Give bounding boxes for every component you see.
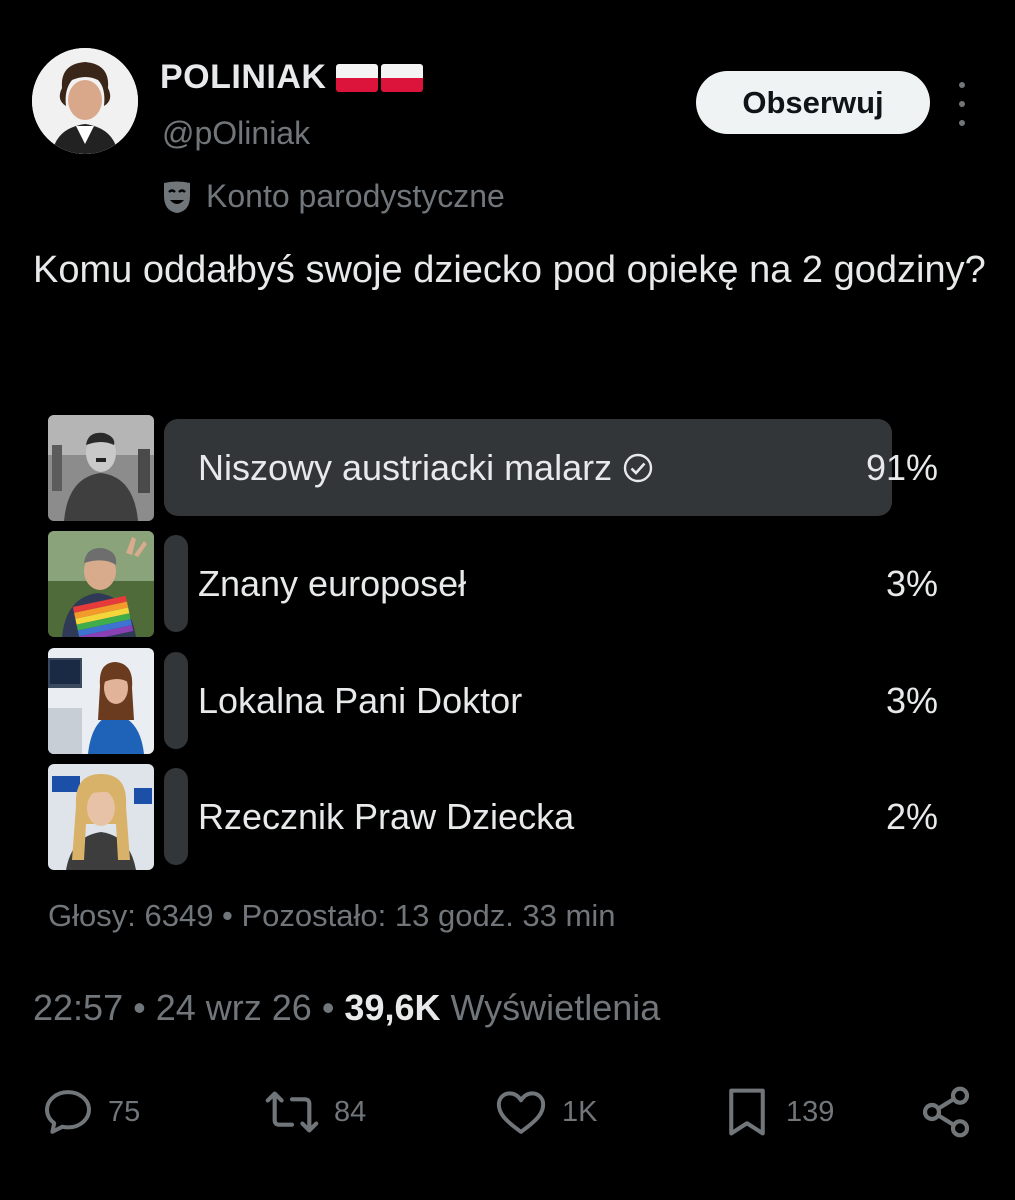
share-icon [922, 1086, 970, 1138]
author-name-row: POLINIAK [160, 58, 424, 97]
parody-label: Konto parodystyczne [162, 178, 505, 215]
poll-option[interactable]: Niszowy austriacki malarz 91% [48, 415, 938, 521]
avatar[interactable] [32, 48, 138, 154]
separator-dot: • [321, 987, 345, 1028]
poll-option[interactable]: Rzecznik Praw Dziecka 2% [48, 764, 938, 870]
option-percent: 3% [885, 680, 938, 721]
repost-icon [265, 1091, 319, 1133]
option-label: Rzecznik Praw Dziecka [198, 796, 575, 837]
tweet-date[interactable]: 24 wrz 26 [156, 987, 312, 1028]
option-label-row: Znany europoseł [198, 531, 466, 637]
repost-button[interactable]: 84 [262, 1080, 366, 1144]
repost-count: 84 [334, 1095, 367, 1128]
mask-icon [164, 181, 190, 213]
poll-option[interactable]: Lokalna Pani Doktor 3% [48, 648, 938, 754]
tweet-time[interactable]: 22:57 [33, 987, 123, 1028]
option-percent: 91% [865, 447, 938, 488]
bookmark-button[interactable]: 139 [720, 1080, 834, 1144]
like-count: 1K [562, 1095, 598, 1128]
poland-flag-icon [336, 63, 379, 92]
option-image [48, 764, 154, 870]
reply-count: 75 [108, 1095, 141, 1128]
like-button[interactable]: 1K [492, 1080, 597, 1144]
option-image [48, 415, 154, 521]
bookmark-count: 139 [786, 1095, 835, 1128]
option-image [48, 531, 154, 637]
option-label-row: Rzecznik Praw Dziecka [198, 764, 574, 870]
option-result-bar [164, 535, 188, 632]
author-handle[interactable]: @pOliniak [162, 115, 310, 152]
poll-footer: Głosy: 6349 • Pozostało: 13 godz. 33 min [48, 898, 616, 933]
more-options-icon[interactable] [948, 82, 976, 126]
option-label: Lokalna Pani Doktor [198, 680, 523, 721]
option-label-row: Lokalna Pani Doktor [198, 648, 522, 754]
option-label: Znany europoseł [198, 563, 467, 604]
separator-dot: • [133, 987, 156, 1028]
poll-option[interactable]: Znany europoseł 3% [48, 531, 938, 637]
views-label: Wyświetlenia [450, 987, 661, 1028]
bookmark-icon [729, 1088, 765, 1136]
option-percent: 2% [885, 796, 938, 837]
follow-button[interactable]: Obserwuj [696, 71, 930, 134]
share-button[interactable] [918, 1080, 974, 1144]
option-label-row: Niszowy austriacki malarz [198, 415, 654, 521]
poland-flags-icon [336, 63, 424, 92]
check-circle-icon [623, 453, 653, 483]
reply-button[interactable]: 75 [40, 1080, 140, 1144]
tweet-meta: 22:57 • 24 wrz 26 • 39,6K Wyświetlenia [33, 987, 660, 1029]
option-result-bar [164, 652, 188, 749]
views-count: 39,6K [344, 987, 441, 1028]
parody-text: Konto parodystyczne [206, 178, 505, 214]
option-result-bar [164, 768, 188, 865]
author-name[interactable]: POLINIAK [160, 58, 326, 97]
action-bar: 75 84 1K 139 [40, 1080, 980, 1144]
poland-flag-icon [381, 63, 424, 92]
tweet-text: Komu oddałbyś swoje dziecko pod opiekę n… [33, 249, 986, 291]
reply-icon [45, 1090, 91, 1134]
option-percent: 3% [885, 563, 938, 604]
option-image [48, 648, 154, 754]
heart-icon [496, 1091, 546, 1134]
option-label: Niszowy austriacki malarz [198, 447, 613, 488]
